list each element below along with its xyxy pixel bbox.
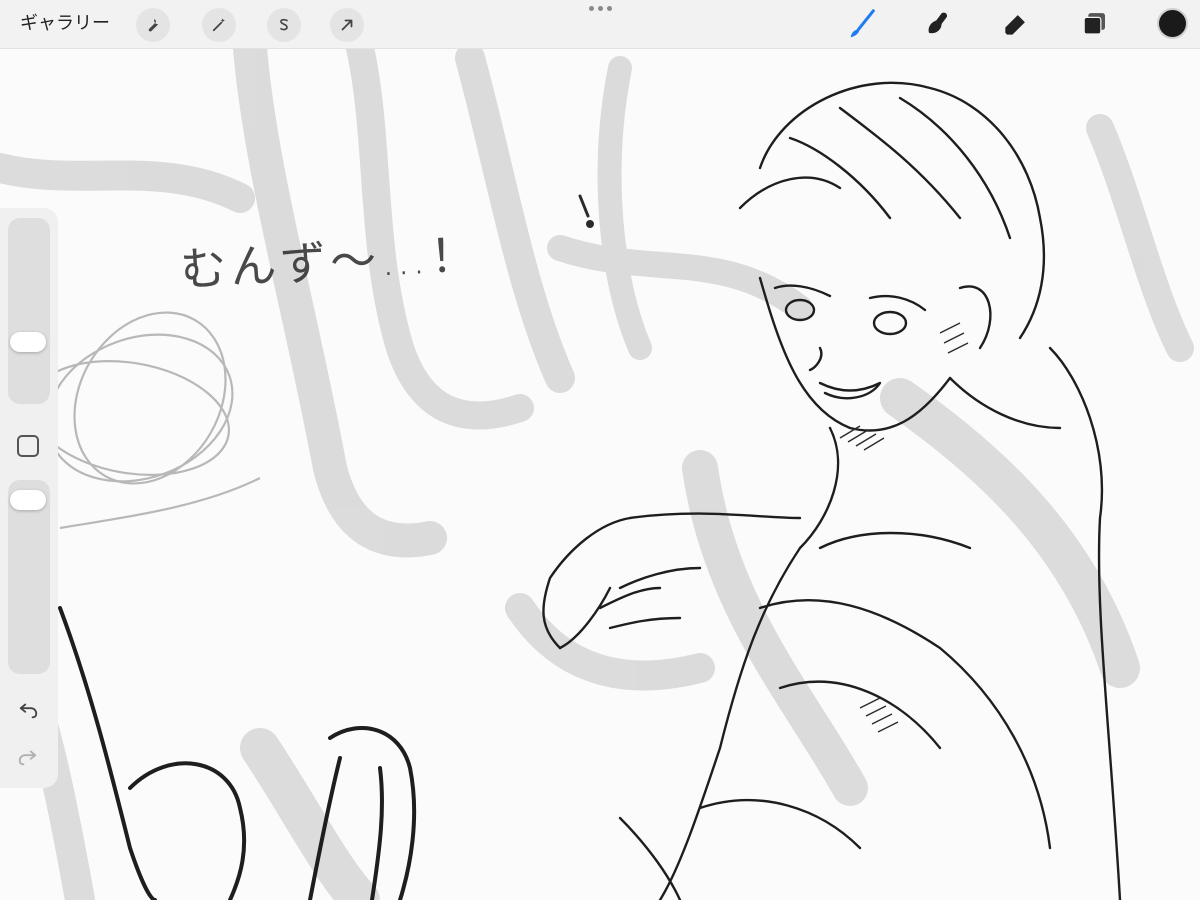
modify-button[interactable]: [17, 435, 39, 457]
opacity-thumb[interactable]: [10, 490, 46, 510]
selection-button[interactable]: [267, 8, 301, 42]
top-toolbar: ギャラリー: [0, 0, 1200, 49]
selection-s-icon: [280, 18, 288, 31]
smudge-icon: [928, 12, 948, 34]
left-sidebar: [0, 208, 58, 788]
brush-icon: [850, 9, 875, 38]
arrow-cursor-icon: [341, 19, 353, 31]
sketch-artwork: [0, 48, 1194, 900]
undo-icon: [19, 703, 38, 719]
actions-button[interactable]: [136, 8, 170, 42]
wrench-icon: [148, 19, 159, 32]
color-picker-button[interactable]: [1157, 8, 1188, 39]
eraser-icon: [1005, 15, 1025, 35]
eraser-tool-button[interactable]: [998, 6, 1034, 42]
redo-button[interactable]: [14, 745, 42, 769]
drag-handle[interactable]: [589, 6, 612, 11]
adjustments-button[interactable]: [202, 8, 236, 42]
gallery-button[interactable]: ギャラリー: [20, 10, 110, 38]
undo-button[interactable]: [14, 698, 42, 722]
drawing-canvas[interactable]: むんず〜…！: [0, 48, 1200, 900]
redo-icon: [18, 750, 37, 766]
brush-size-slider[interactable]: [8, 218, 50, 404]
layers-icon: [1083, 13, 1105, 35]
procreate-app: むんず〜…！ ギャラリー: [0, 0, 1200, 900]
brush-size-thumb[interactable]: [10, 332, 46, 352]
smudge-tool-button[interactable]: [920, 6, 956, 42]
layers-button[interactable]: [1077, 6, 1113, 42]
transform-button[interactable]: [330, 8, 364, 42]
brush-tool-button[interactable]: [844, 6, 880, 42]
magic-wand-icon: [212, 18, 225, 32]
